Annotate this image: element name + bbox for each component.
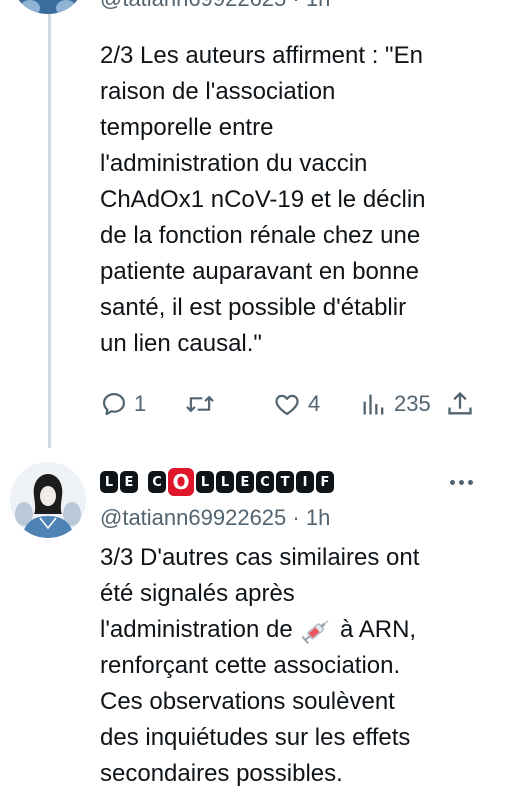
tweet-time[interactable]: 1h — [306, 0, 330, 11]
name-letter-tile: L — [216, 471, 234, 493]
like-button[interactable]: 4 — [272, 382, 320, 426]
heart-icon — [275, 394, 299, 416]
tweet-text-segment: l'administration de — [100, 616, 293, 643]
name-letter-tile-highlight: O — [168, 468, 194, 496]
avatar[interactable] — [10, 462, 86, 538]
tweet-text-line: l'administration de à ARN, — [100, 612, 492, 648]
thread-connector-line — [48, 0, 51, 448]
like-count: 4 — [308, 391, 321, 416]
user-handle[interactable]: @tatiann69922625 — [100, 505, 286, 530]
tweet-text-line: patiente auparavant en bonne — [100, 258, 419, 285]
profile-image — [10, 462, 86, 538]
reply-button[interactable]: 1 — [100, 382, 146, 426]
reply-count: 1 — [134, 391, 147, 416]
tweet-text-segment: à ARN, — [340, 616, 417, 643]
tweet-text-line: raison de l'association — [100, 78, 336, 105]
more-options-button[interactable] — [446, 470, 476, 494]
retweet-icon — [186, 395, 214, 413]
tweet-text: 3/3 D'autres cas similaires ont été sign… — [100, 540, 492, 792]
tweet-text-line: secondaires possibles. — [100, 760, 343, 787]
reply-icon — [102, 392, 126, 416]
name-letter-tile: C — [148, 471, 166, 493]
tweet-text-line: un lien causal." — [100, 330, 262, 357]
tweet-text-line: ChAdOx1 nCoV-19 et le déclin — [100, 186, 426, 213]
tweet-header: @tatiann69922625 · 1h — [100, 505, 330, 531]
name-letter-tile: I — [296, 471, 314, 493]
display-name[interactable]: L E C O L L E C T I F — [100, 468, 334, 496]
syringe-emoji-icon — [301, 619, 329, 644]
tweet-text-line: des inquiétudes sur les effets — [100, 724, 411, 751]
tweet-text-line: été signalés après — [100, 580, 295, 607]
more-dot-icon — [458, 479, 464, 485]
tweet-time[interactable]: 1h — [306, 505, 330, 530]
name-letter-tile: E — [120, 471, 138, 493]
name-letter-tile: L — [196, 471, 214, 493]
user-handle[interactable]: @tatiann69922625 — [100, 0, 286, 11]
name-letter-tile: C — [256, 471, 274, 493]
share-button[interactable] — [446, 382, 474, 426]
tweet-text-line: 3/3 D'autres cas similaires ont — [100, 544, 420, 571]
tweet-text-line: temporelle entre — [100, 114, 274, 141]
name-letter-tile: L — [100, 471, 118, 493]
more-dot-icon — [449, 479, 455, 485]
more-dot-icon — [467, 479, 473, 485]
analytics-icon — [363, 394, 384, 415]
tweet-text-line: renforçant cette association. — [100, 652, 401, 679]
name-letter-tile: T — [276, 471, 294, 493]
tweet-header: @tatiann69922625 · 1h — [100, 0, 330, 12]
tweet-text: 2/3 Les auteurs affirment : "En raison d… — [100, 38, 492, 362]
name-letter-tile: E — [236, 471, 254, 493]
share-icon — [448, 391, 472, 415]
tweet-text-line: l'administration du vaccin — [100, 150, 368, 177]
retweet-button[interactable] — [184, 382, 222, 426]
avatar[interactable] — [10, 0, 86, 14]
tweet-text-line: 2/3 Les auteurs affirment : "En — [100, 42, 423, 69]
view-count: 235 — [394, 391, 431, 416]
views-button[interactable]: 235 — [360, 382, 431, 426]
tweet-text-line: de la fonction rénale chez une — [100, 222, 421, 249]
name-letter-tile: F — [316, 471, 334, 493]
tweet-text-line: Ces observations soulèvent — [100, 688, 395, 715]
header-separator: · — [292, 0, 299, 11]
header-separator: · — [292, 505, 300, 530]
tweet-text-line: santé, il est possible d'établir — [100, 294, 407, 321]
tweet-action-bar: 1 4 235 — [100, 382, 478, 426]
